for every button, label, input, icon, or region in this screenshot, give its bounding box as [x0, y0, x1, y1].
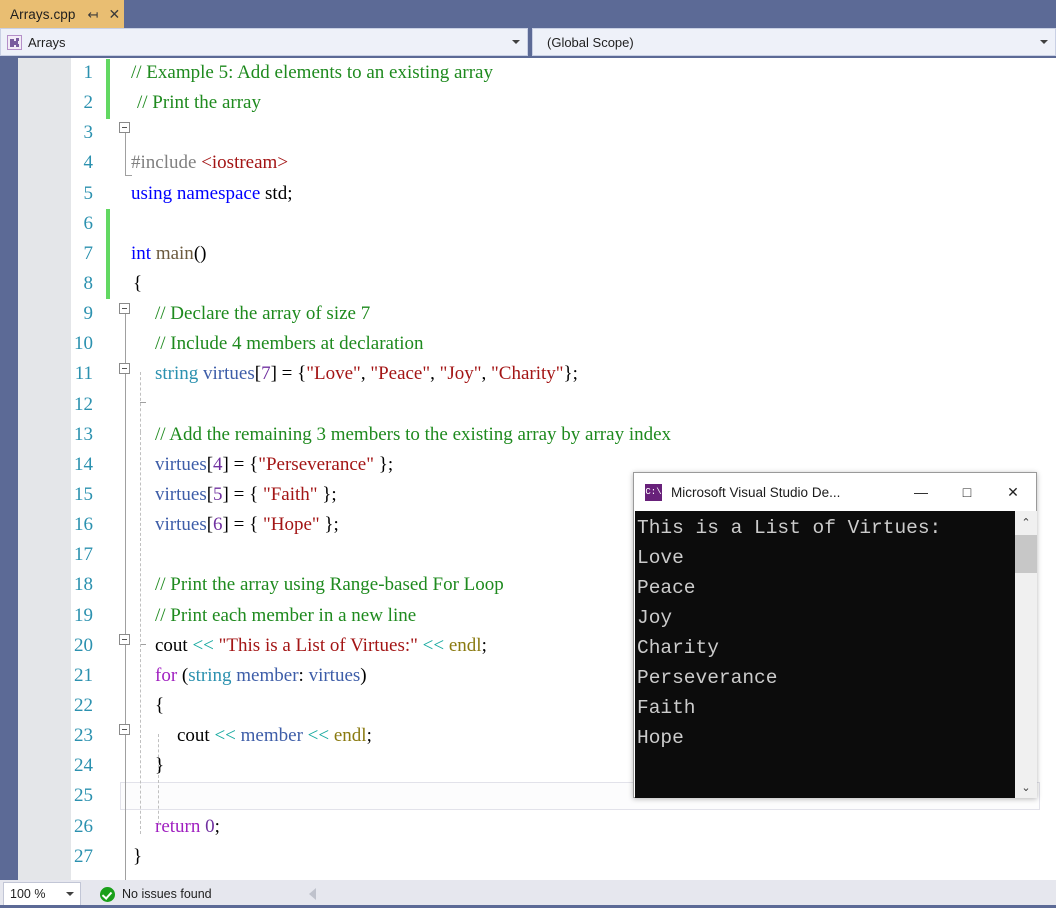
line-number: 7: [83, 242, 94, 264]
chevron-down-icon[interactable]: [66, 892, 74, 896]
line-number: 9: [83, 303, 94, 325]
line-number: 16: [74, 514, 93, 536]
line-number: 4: [83, 152, 94, 174]
chevron-down-icon[interactable]: [1040, 40, 1048, 44]
class-selector-icon: [7, 34, 22, 50]
code-text[interactable]: // Print each member in a new line: [155, 601, 416, 631]
code-row: 3: [0, 118, 1056, 148]
line-number: 13: [74, 423, 93, 445]
tab-arrays-cpp[interactable]: Arrays.cpp ↤​ ✕: [0, 0, 124, 28]
code-text[interactable]: return 0;: [155, 812, 220, 842]
line-number: 3: [83, 122, 94, 144]
line-number: 22: [74, 694, 93, 716]
code-text[interactable]: }: [133, 842, 142, 872]
code-text[interactable]: // Add the remaining 3 members to the ex…: [155, 420, 671, 450]
member-scope-dropdown-right[interactable]: (Global Scope): [532, 28, 1056, 56]
tab-strip: Arrays.cpp ↤​ ✕: [0, 0, 1056, 28]
maximize-icon[interactable]: □: [944, 473, 990, 511]
line-number: 24: [74, 755, 93, 777]
line-number: 12: [74, 393, 93, 415]
scroll-left-arrow-icon[interactable]: [308, 888, 316, 900]
code-text[interactable]: virtues[5] = { "Faith" };: [155, 480, 337, 510]
status-message: No issues found: [122, 887, 212, 901]
line-number: 15: [74, 483, 93, 505]
console-title-bar[interactable]: C:\ Microsoft Visual Studio De... — □ ✕: [634, 473, 1036, 511]
code-text[interactable]: for (string member: virtues): [155, 661, 367, 691]
console-output-text: This is a List of Virtues: Love Peace Jo…: [637, 517, 942, 749]
code-row: 12: [0, 390, 1056, 420]
line-number: 14: [74, 453, 93, 475]
line-number: 11: [74, 363, 93, 385]
code-row: 11 string virtues[7] = {"Love", "Peace", …: [0, 359, 1056, 389]
code-text[interactable]: using namespace std;: [131, 179, 292, 209]
scroll-down-icon[interactable]: ⌄: [1015, 776, 1037, 798]
status-bar: 100 % No issues found: [0, 880, 1056, 908]
line-number: 25: [74, 785, 93, 807]
code-row: 13 // Add the remaining 3 members to the …: [0, 420, 1056, 450]
line-number: 21: [74, 664, 93, 686]
code-text[interactable]: // Include 4 members at declaration: [155, 329, 424, 359]
code-text[interactable]: {: [133, 269, 142, 299]
pin-icon[interactable]: ↤​: [88, 8, 99, 21]
code-row: 8{: [0, 269, 1056, 299]
line-number: 23: [74, 725, 93, 747]
code-text[interactable]: virtues[4] = {"Perseverance" };: [155, 450, 393, 480]
zoom-level-dropdown[interactable]: 100 %: [3, 882, 81, 906]
line-number: 26: [74, 815, 93, 837]
code-text[interactable]: virtues[6] = { "Hope" };: [155, 510, 339, 540]
code-row: 10 // Include 4 members at declaration: [0, 329, 1056, 359]
line-number: 10: [74, 333, 93, 355]
code-text[interactable]: cout << member << endl;: [177, 721, 372, 751]
code-text[interactable]: // Print the array using Range-based For…: [155, 570, 504, 600]
code-row: 1 // Example 5: Add elements to an existi…: [0, 58, 1056, 88]
code-text[interactable]: string virtues[7] = {"Love", "Peace", "J…: [155, 359, 578, 389]
visual-studio-window: Arrays.cpp ↤​ ✕ Arrays (Global Scope): [0, 0, 1056, 908]
navbar-left-value: Arrays: [28, 34, 66, 50]
code-row: 27}: [0, 842, 1056, 872]
code-row: 2 // Print the array: [0, 88, 1056, 118]
line-number: 27: [74, 845, 93, 867]
code-row: 9 // Declare the array of size 7: [0, 299, 1056, 329]
code-row: 26 return 0;: [0, 812, 1056, 842]
code-text[interactable]: }: [155, 751, 164, 781]
console-title: Microsoft Visual Studio De...: [671, 484, 841, 500]
console-window-buttons: — □ ✕: [898, 473, 1036, 511]
scroll-up-icon[interactable]: ⌃: [1015, 511, 1037, 533]
code-text[interactable]: // Example 5: Add elements to an existin…: [131, 58, 493, 88]
minimize-icon[interactable]: —: [898, 473, 944, 511]
code-row: 5 using namespace std;: [0, 179, 1056, 209]
line-number: 19: [74, 604, 93, 626]
code-text[interactable]: int main(): [131, 239, 206, 269]
code-row: 7 int main(): [0, 239, 1056, 269]
line-number: 17: [74, 544, 93, 566]
member-scope-dropdown-left[interactable]: Arrays: [0, 28, 528, 56]
line-number: 1: [83, 62, 94, 83]
line-number: 2: [83, 92, 94, 114]
code-text[interactable]: {: [155, 691, 164, 721]
console-icon: C:\: [645, 483, 662, 501]
tab-label: Arrays.cpp: [10, 6, 76, 22]
console-scrollbar[interactable]: ⌃ ⌄: [1015, 511, 1037, 798]
code-row: 4 #include <iostream>: [0, 148, 1056, 178]
line-number: 18: [74, 574, 93, 596]
close-icon[interactable]: ✕: [108, 7, 120, 21]
line-number: 5: [83, 182, 94, 204]
console-output-area[interactable]: This is a List of Virtues: Love Peace Jo…: [635, 511, 1037, 798]
line-number: 20: [74, 634, 93, 656]
navbar-right-value: (Global Scope): [547, 34, 634, 50]
code-text[interactable]: // Declare the array of size 7: [155, 299, 370, 329]
chevron-down-icon[interactable]: [512, 40, 520, 44]
line-number: 8: [83, 272, 94, 294]
line-number: 6: [83, 212, 94, 234]
close-icon[interactable]: ✕: [990, 473, 1036, 511]
code-row: 6: [0, 209, 1056, 239]
success-check-icon: [100, 886, 115, 902]
code-text[interactable]: cout << "This is a List of Virtues:" << …: [155, 631, 487, 661]
code-text[interactable]: // Print the array: [137, 88, 261, 118]
scrollbar-thumb[interactable]: [1015, 535, 1037, 573]
code-text[interactable]: #include <iostream>: [131, 148, 288, 178]
zoom-level-value: 100 %: [10, 887, 46, 901]
console-window[interactable]: C:\ Microsoft Visual Studio De... — □ ✕ …: [633, 472, 1037, 798]
